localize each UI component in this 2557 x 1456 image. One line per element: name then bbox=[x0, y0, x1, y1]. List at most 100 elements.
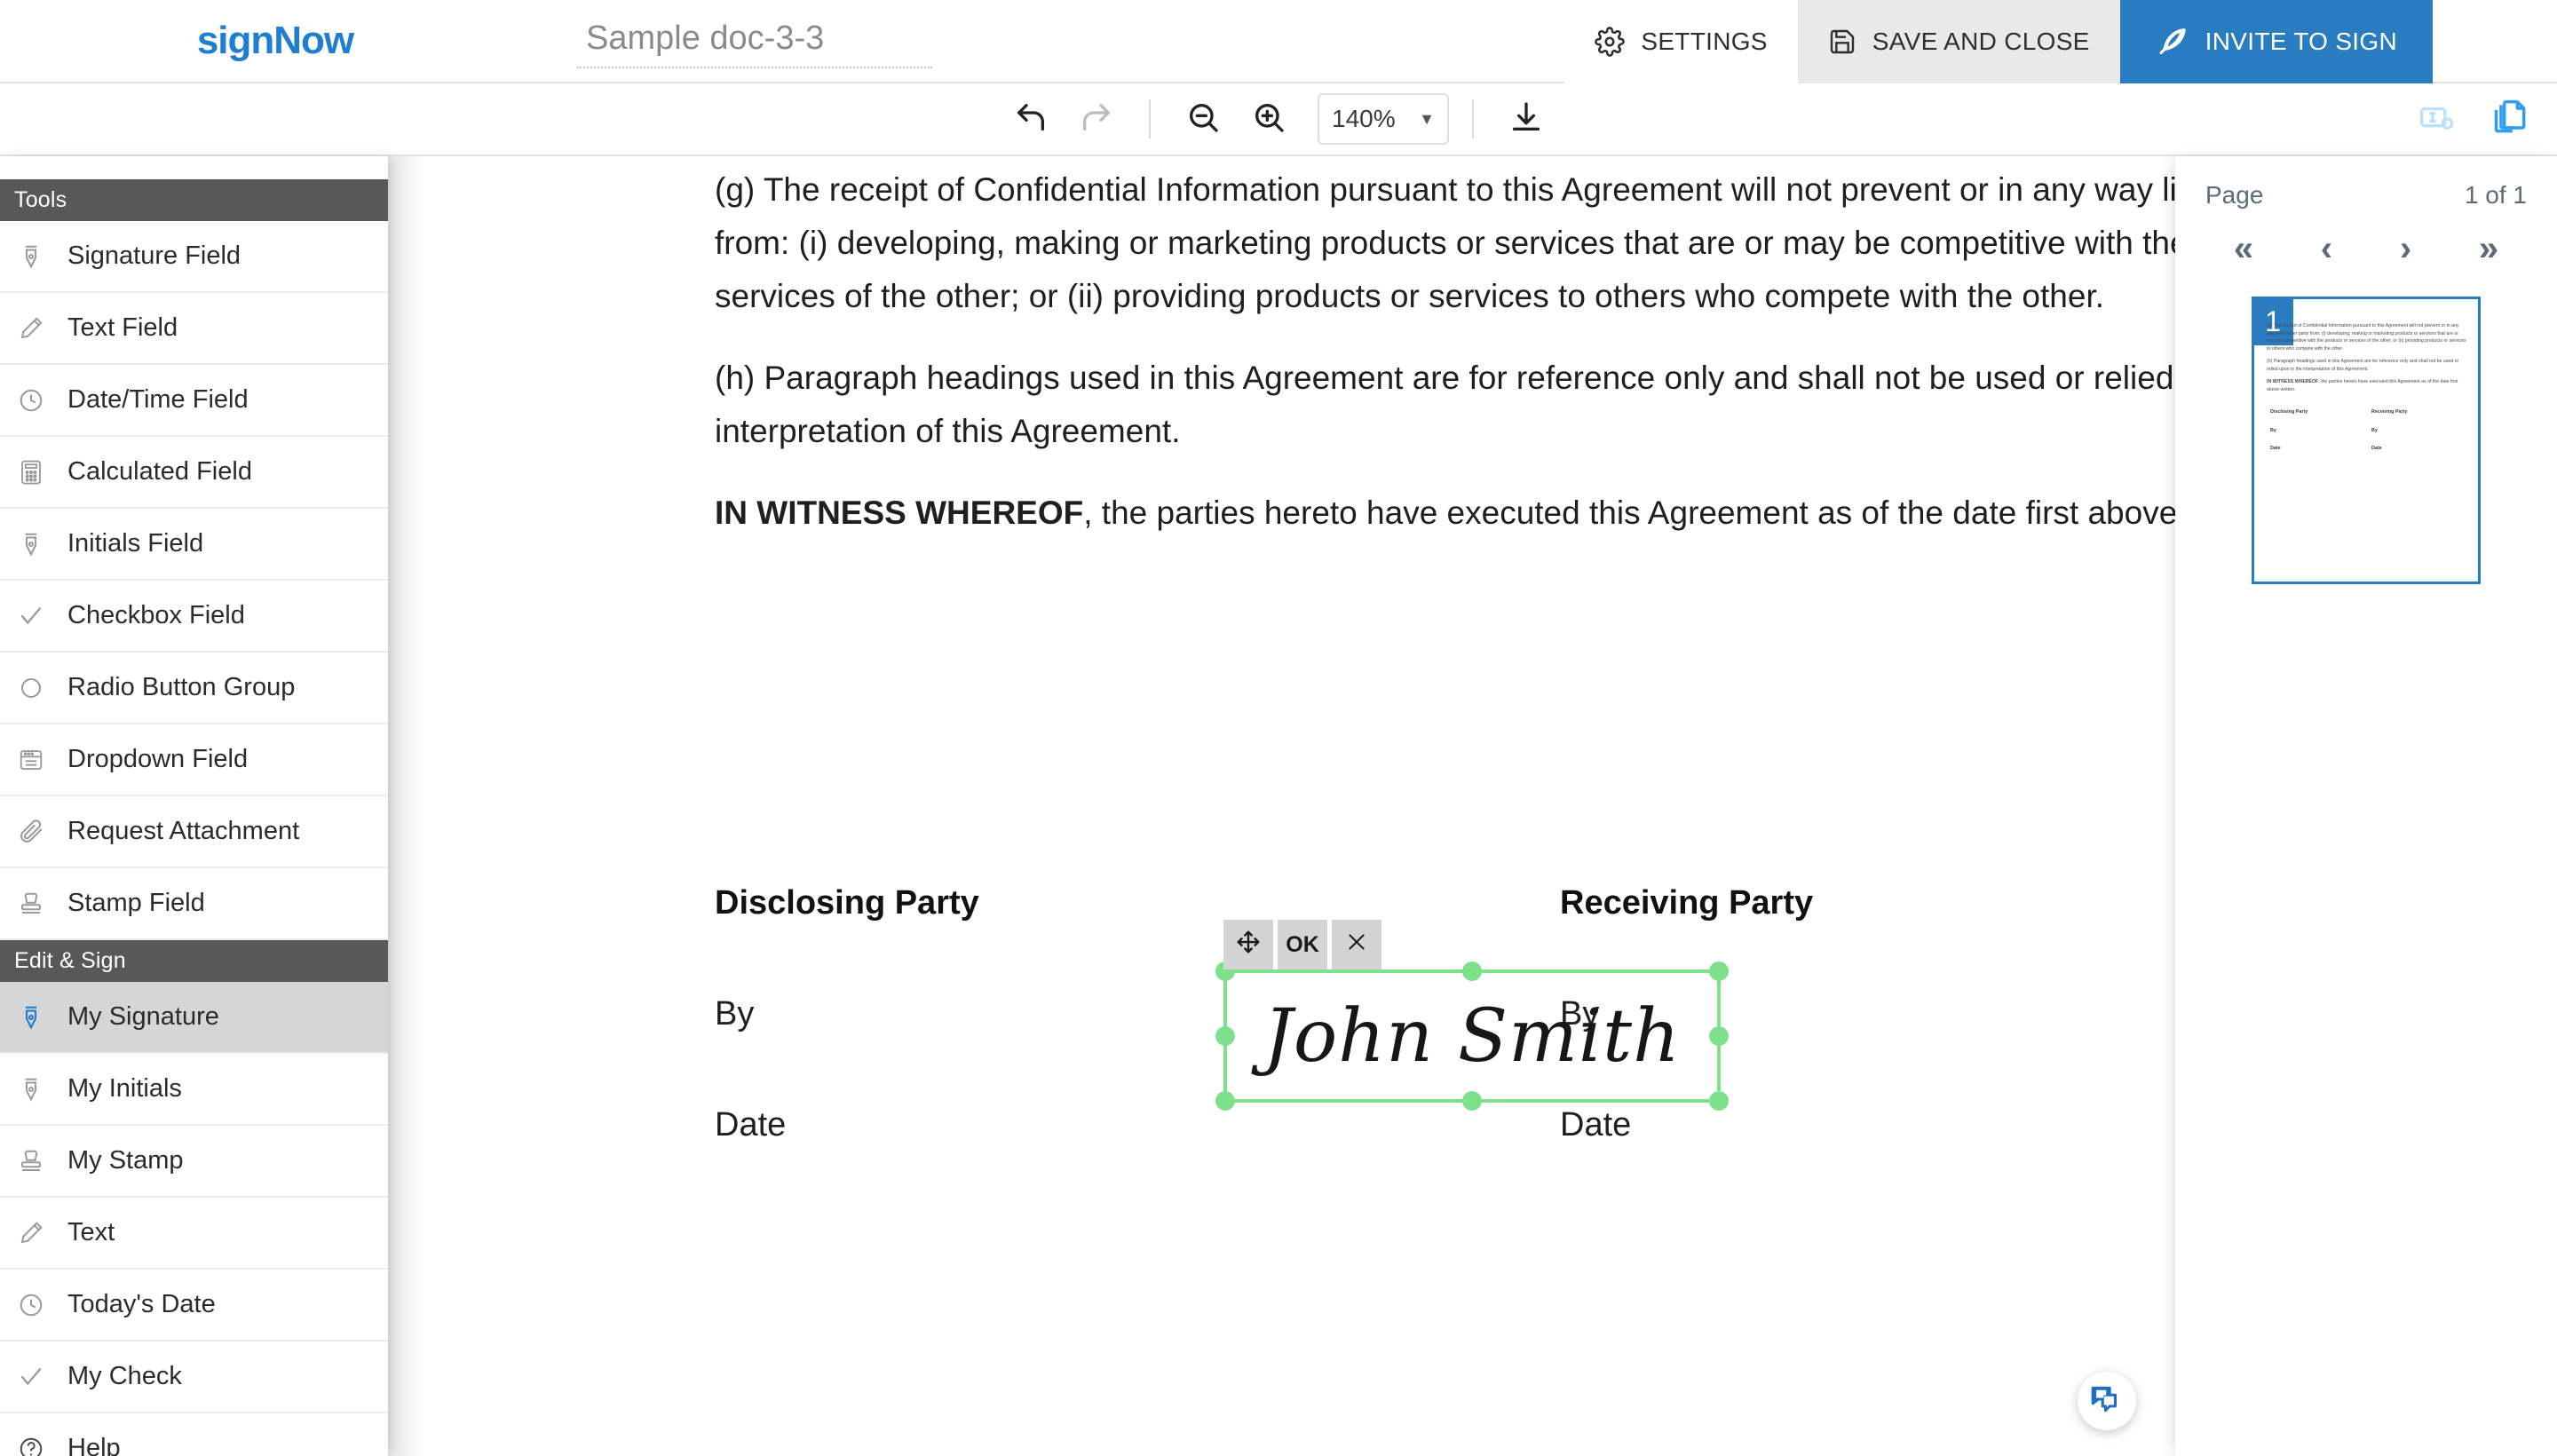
signature-field-widget[interactable]: OK John Smith bbox=[1215, 920, 1729, 1111]
save-and-close-button[interactable]: SAVE AND CLOSE bbox=[1797, 0, 2120, 83]
next-page-button[interactable]: › bbox=[2387, 226, 2424, 272]
brand-logo[interactable]: signNow bbox=[0, 0, 550, 82]
resize-handle-middle-right[interactable] bbox=[1709, 1026, 1729, 1046]
sidebar-item-todays-date[interactable]: Today's Date bbox=[0, 1270, 388, 1341]
sidebar-item-radio-button-group[interactable]: Radio Button Group bbox=[0, 653, 388, 724]
thumb-paragraph-g: (g) The receipt of Confidential Informat… bbox=[2267, 323, 2466, 352]
thumb-paragraph-h: (h) Paragraph headings used in this Agre… bbox=[2267, 359, 2459, 372]
sidebar-item-help[interactable]: Help bbox=[0, 1413, 388, 1456]
undo-button[interactable] bbox=[1001, 92, 1060, 146]
check-icon bbox=[14, 1364, 48, 1390]
tools-section-header: Tools bbox=[0, 179, 388, 221]
sidebar-item-label: Signature Field bbox=[67, 241, 241, 270]
app-header: signNow Sample doc-3-3 SETTINGS SAVE AND… bbox=[0, 0, 2557, 83]
paragraph-witness: IN WITNESS WHEREOF, the parties hereto h… bbox=[715, 487, 2402, 540]
sidebar-item-label: My Check bbox=[67, 1362, 182, 1390]
sidebar-item-stamp-field[interactable]: Stamp Field bbox=[0, 868, 388, 940]
prev-page-button[interactable]: ‹ bbox=[2308, 226, 2345, 272]
zoom-out-icon bbox=[1185, 99, 1221, 139]
pencil-icon bbox=[14, 1220, 48, 1246]
sidebar-item-my-initials[interactable]: My Initials bbox=[0, 1054, 388, 1126]
field-settings-icon[interactable] bbox=[2418, 99, 2456, 141]
stamp-icon bbox=[14, 1148, 48, 1175]
sidebar-item-signature-field[interactable]: Signature Field bbox=[0, 221, 388, 293]
thumb-disclosing-date: Date bbox=[2270, 446, 2281, 452]
invite-to-sign-button[interactable]: INVITE TO SIGN bbox=[2119, 0, 2433, 83]
chat-support-button[interactable] bbox=[2078, 1372, 2136, 1430]
settings-label: SETTINGS bbox=[1641, 28, 1768, 55]
sidebar-item-my-stamp[interactable]: My Stamp bbox=[0, 1126, 388, 1198]
sidebar-item-request-attachment[interactable]: Request Attachment bbox=[0, 796, 388, 868]
document-title-input[interactable]: Sample doc-3-3 bbox=[577, 14, 932, 68]
witness-bold-text: IN WITNESS WHEREOF bbox=[715, 494, 1084, 531]
redo-button[interactable] bbox=[1067, 92, 1126, 146]
save-and-close-label: SAVE AND CLOSE bbox=[1872, 28, 2090, 55]
resize-handle-middle-left[interactable] bbox=[1215, 1026, 1235, 1046]
pages-copy-icon[interactable] bbox=[2491, 99, 2530, 142]
last-page-button[interactable]: » bbox=[2466, 226, 2511, 272]
pages-panel: Page 1 of 1 « ‹ › » 1 (g) The receipt of… bbox=[2175, 156, 2557, 1456]
date-row: Date Date bbox=[715, 1106, 2277, 1217]
settings-button[interactable]: SETTINGS bbox=[1564, 0, 1798, 83]
thumb-witness-bold: IN WITNESS WHEREOF bbox=[2267, 379, 2319, 385]
thumb-receiving-column: Receiving Party By Date bbox=[2371, 408, 2407, 464]
sidebar-item-calculated-field[interactable]: Calculated Field bbox=[0, 437, 388, 509]
chevron-down-icon: ▼ bbox=[1419, 109, 1435, 128]
sidebar-item-my-check[interactable]: My Check bbox=[0, 1341, 388, 1413]
floppy-disk-icon bbox=[1828, 28, 1856, 56]
witness-rest-text: , the parties hereto have executed this … bbox=[1083, 494, 2292, 531]
sidebar-item-text[interactable]: Text bbox=[0, 1198, 388, 1270]
page-count: 1 of 1 bbox=[2464, 181, 2527, 209]
dropdown-list-icon bbox=[14, 747, 48, 773]
sidebar-item-label: Text Field bbox=[67, 313, 178, 342]
move-arrows-icon bbox=[1235, 929, 1262, 961]
thumb-disclosing-by: By bbox=[2270, 427, 2276, 433]
header-spacer bbox=[932, 0, 1564, 82]
zoom-in-button[interactable] bbox=[1239, 92, 1298, 146]
document-title-wrap: Sample doc-3-3 bbox=[550, 0, 932, 82]
receiving-date-label: Date bbox=[1560, 1106, 1632, 1143]
resize-handle-top-right[interactable] bbox=[1709, 961, 1729, 981]
sidebar-item-label: Text bbox=[67, 1218, 115, 1246]
sidebar-item-my-signature[interactable]: My Signature bbox=[0, 982, 388, 1054]
sidebar-item-checkbox-field[interactable]: Checkbox Field bbox=[0, 581, 388, 653]
page-thumbnail[interactable]: 1 (g) The receipt of Confidential Inform… bbox=[2252, 297, 2481, 584]
sidebar-item-label: Radio Button Group bbox=[67, 673, 296, 701]
sidebar-item-label: Today's Date bbox=[67, 1290, 216, 1318]
delete-close-button[interactable] bbox=[1332, 920, 1381, 969]
redo-icon bbox=[1079, 99, 1114, 139]
logo-text: signNow bbox=[196, 19, 354, 62]
resize-handle-bottom-center[interactable] bbox=[1462, 1091, 1482, 1111]
receiving-party-heading: Receiving Party bbox=[1560, 884, 1814, 922]
thumb-paragraph-witness: IN WITNESS WHEREOF, the parties hereto h… bbox=[2267, 378, 2467, 393]
download-button[interactable] bbox=[1497, 92, 1556, 146]
resize-handle-bottom-left[interactable] bbox=[1215, 1091, 1235, 1111]
paperclip-icon bbox=[14, 819, 48, 845]
gear-icon bbox=[1595, 27, 1626, 57]
sidebar-item-text-field[interactable]: Text Field bbox=[0, 293, 388, 365]
zoom-level-value: 140% bbox=[1332, 105, 1396, 132]
zoom-level-select[interactable]: 140% ▼ bbox=[1318, 93, 1449, 145]
resize-handle-bottom-right[interactable] bbox=[1709, 1091, 1729, 1111]
resize-handle-top-center[interactable] bbox=[1462, 961, 1482, 981]
sidebar-item-date-time-field[interactable]: Date/Time Field bbox=[0, 365, 388, 437]
sidebar-item-initials-field[interactable]: Initials Field bbox=[0, 509, 388, 581]
sidebar-item-dropdown-field[interactable]: Dropdown Field bbox=[0, 724, 388, 796]
confirm-ok-button[interactable]: OK bbox=[1278, 920, 1327, 969]
sidebar-item-label: Help bbox=[67, 1434, 121, 1456]
clock-icon bbox=[14, 387, 48, 414]
undo-icon bbox=[1013, 99, 1049, 139]
move-handle-button[interactable] bbox=[1223, 920, 1273, 969]
stamp-icon bbox=[14, 890, 48, 917]
pencil-icon bbox=[14, 315, 48, 342]
thumb-receiving-by: By bbox=[2371, 427, 2378, 433]
toolbar-divider bbox=[1149, 99, 1151, 138]
thumb-signature-block: Disclosing Party By Date Receiving Party… bbox=[2267, 408, 2467, 467]
zoom-out-button[interactable] bbox=[1174, 92, 1232, 146]
first-page-button[interactable]: « bbox=[2221, 226, 2266, 272]
disclosing-party-heading: Disclosing Party bbox=[715, 884, 979, 922]
clock-icon bbox=[14, 1292, 48, 1318]
signature-widget-toolbar: OK bbox=[1223, 920, 1381, 969]
disclosing-by-label: By bbox=[715, 995, 755, 1033]
zoom-in-icon bbox=[1251, 99, 1286, 139]
